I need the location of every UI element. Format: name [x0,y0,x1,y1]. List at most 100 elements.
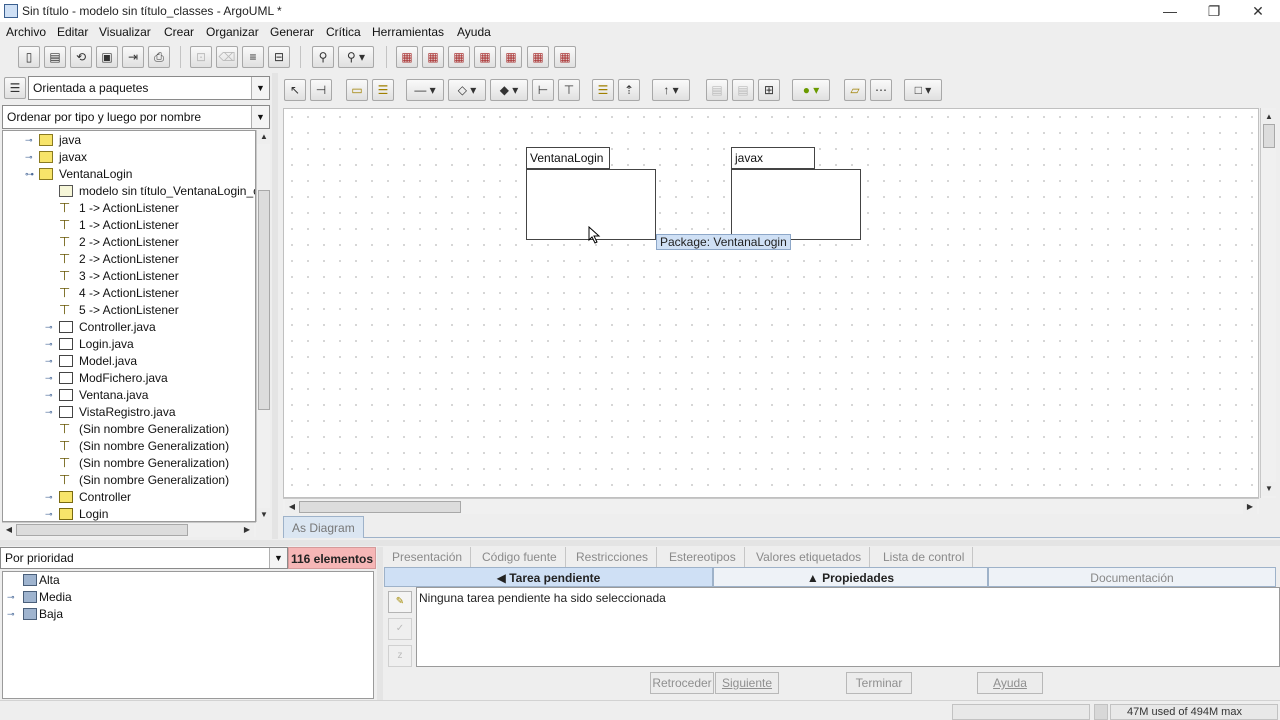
reload-icon[interactable]: ⟲ [70,46,92,68]
tab-estereotipos[interactable]: Estereotipos [661,547,745,567]
tab-restricciones[interactable]: Restricciones [568,547,658,567]
tab-lista-de-control[interactable]: Lista de control [875,547,974,567]
scroll-up-icon[interactable]: ▲ [1262,110,1276,124]
explorer-config-icon[interactable]: ☰ [4,77,26,99]
comment-tool-icon[interactable]: ▱ [844,79,866,101]
expand-icon[interactable]: ⊸ [45,387,55,404]
delete-icon[interactable]: ⌫ [216,46,238,68]
menu-archivo[interactable]: Archivo [6,25,46,39]
tab-valores-etiquetados[interactable]: Valores etiquetados [748,547,871,567]
tab-tarea-pendiente[interactable]: ◀ Tarea pendiente [384,567,713,587]
realization-tool-icon[interactable]: ⇡ [618,79,640,101]
open-project-icon[interactable]: ▤ [44,46,66,68]
attribute-tool-icon[interactable]: ▤ [706,79,728,101]
snooze-todo-icon[interactable]: z [388,645,412,667]
chevron-down-icon[interactable]: ▼ [251,106,269,128]
usecase-diagram-icon[interactable]: ▦ [422,46,444,68]
scroll-down-icon[interactable]: ▼ [1262,482,1276,496]
horizontal-splitter[interactable] [0,540,1280,546]
package-javax-tab[interactable]: javax [731,147,815,169]
tree-vertical-scrollbar[interactable]: ▲ ▼ [256,130,271,522]
scroll-thumb[interactable] [1263,124,1275,148]
composition-tool-icon[interactable]: ◆ ▾ [490,79,528,101]
menu-editar[interactable]: Editar [57,25,88,39]
menu-critica[interactable]: Crítica [326,25,361,39]
menu-generar[interactable]: Generar [270,25,314,39]
ordering-combo[interactable]: Ordenar por tipo y luego por nombre ▼ [2,105,270,129]
scroll-thumb[interactable] [16,524,188,536]
expand-icon[interactable]: ⊸ [45,336,55,353]
deployment-diagram-icon[interactable]: ▦ [554,46,576,68]
comment-link-tool-icon[interactable]: ⋯ [870,79,892,101]
association-tool-icon[interactable]: — ▾ [406,79,444,101]
canvas-horizontal-scrollbar[interactable]: ◀ ▶ [283,498,1259,514]
chevron-down-icon[interactable]: ▼ [251,77,269,99]
find-icon[interactable]: ⚲ [312,46,334,68]
interface-tool-icon[interactable]: ☰ [592,79,614,101]
expand-icon[interactable]: ⊸ [45,370,55,387]
delete-from-diagram-icon[interactable]: ⊡ [190,46,212,68]
scroll-left-icon[interactable]: ◀ [2,523,16,537]
scroll-up-icon[interactable]: ▲ [257,130,271,144]
association-end-tool-icon[interactable]: ⊢ [532,79,554,101]
aggregation-tool-icon[interactable]: ◇ ▾ [448,79,486,101]
expand-icon[interactable]: ⊸ [45,319,55,336]
generalization-tool-icon[interactable]: ⊤ [558,79,580,101]
minimize-button[interactable]: — [1148,0,1192,22]
package-javax-body[interactable] [731,169,861,240]
shape-tool-icon[interactable]: □ ▾ [904,79,942,101]
scroll-down-icon[interactable]: ▼ [257,508,271,522]
scroll-right-icon[interactable]: ▶ [240,523,254,537]
terminar-button[interactable]: Terminar [846,672,912,694]
menu-ayuda[interactable]: Ayuda [457,25,491,39]
print-icon[interactable]: ⎙ [148,46,170,68]
new-project-icon[interactable]: ▯ [18,46,40,68]
sequence-diagram-icon[interactable]: ▦ [527,46,549,68]
activity-diagram-icon[interactable]: ▦ [474,46,496,68]
retroceder-button[interactable]: Retroceder [650,672,714,694]
package-tool-icon[interactable]: ▭ [346,79,368,101]
expand-icon[interactable]: ⊸ [25,132,35,149]
tree-horizontal-scrollbar[interactable]: ◀ ▶ [2,522,256,537]
class-diagram-icon[interactable]: ▦ [396,46,418,68]
expand-icon[interactable]: ⊸ [7,589,17,606]
collaboration-diagram-icon[interactable]: ▦ [500,46,522,68]
menu-organizar[interactable]: Organizar [206,25,259,39]
tab-presentacion[interactable]: Presentación [384,547,472,567]
operation-tool-icon[interactable]: ▤ [732,79,754,101]
class-tool-icon[interactable]: ☰ [372,79,394,101]
navigate-back-icon[interactable]: ⊟ [268,46,290,68]
expand-icon[interactable]: ⊸ [45,489,55,506]
expand-icon[interactable]: ⊶ [25,166,35,183]
gc-segment[interactable] [1094,704,1108,720]
tab-documentacion[interactable]: Documentación [988,567,1276,587]
menu-crear[interactable]: Crear [164,25,194,39]
package-ventanalogin-tab[interactable]: VentanaLogin [526,147,610,169]
select-tool-icon[interactable]: ↖ [284,79,306,101]
siguiente-button[interactable]: Siguiente [715,672,779,694]
expand-icon[interactable]: ⊸ [25,149,35,166]
zoom-icon[interactable]: ⚲ ▾ [338,46,374,68]
tab-as-diagram[interactable]: As Diagram [283,516,364,538]
save-as-icon[interactable]: ⇥ [122,46,144,68]
vertical-splitter[interactable] [272,73,278,539]
resolve-todo-icon[interactable]: ✓ [388,618,412,640]
state-diagram-icon[interactable]: ▦ [448,46,470,68]
close-button[interactable]: ✕ [1236,0,1280,22]
datatype-tool-icon[interactable]: ⊞ [758,79,780,101]
tab-propiedades[interactable]: ▲ Propiedades [713,567,988,587]
scroll-thumb[interactable] [258,190,270,410]
new-todo-icon[interactable]: ✎ [388,591,412,613]
dependency-tool-icon[interactable]: ↑ ▾ [652,79,690,101]
tab-codigo-fuente[interactable]: Código fuente [474,547,566,567]
chevron-down-icon[interactable]: ▼ [269,548,287,568]
scroll-right-icon[interactable]: ▶ [1243,500,1257,514]
diagram-canvas[interactable]: VentanaLogin javax Package: VentanaLogin [283,108,1259,498]
canvas-vertical-scrollbar[interactable]: ▲ ▼ [1260,108,1276,498]
scroll-thumb[interactable] [299,501,461,513]
restore-button[interactable]: ❐ [1192,0,1236,22]
expand-icon[interactable]: ⊸ [45,404,55,421]
save-project-icon[interactable]: ▣ [96,46,118,68]
vertical-splitter[interactable] [377,547,383,700]
dot-tool-icon[interactable]: ● ▾ [792,79,830,101]
